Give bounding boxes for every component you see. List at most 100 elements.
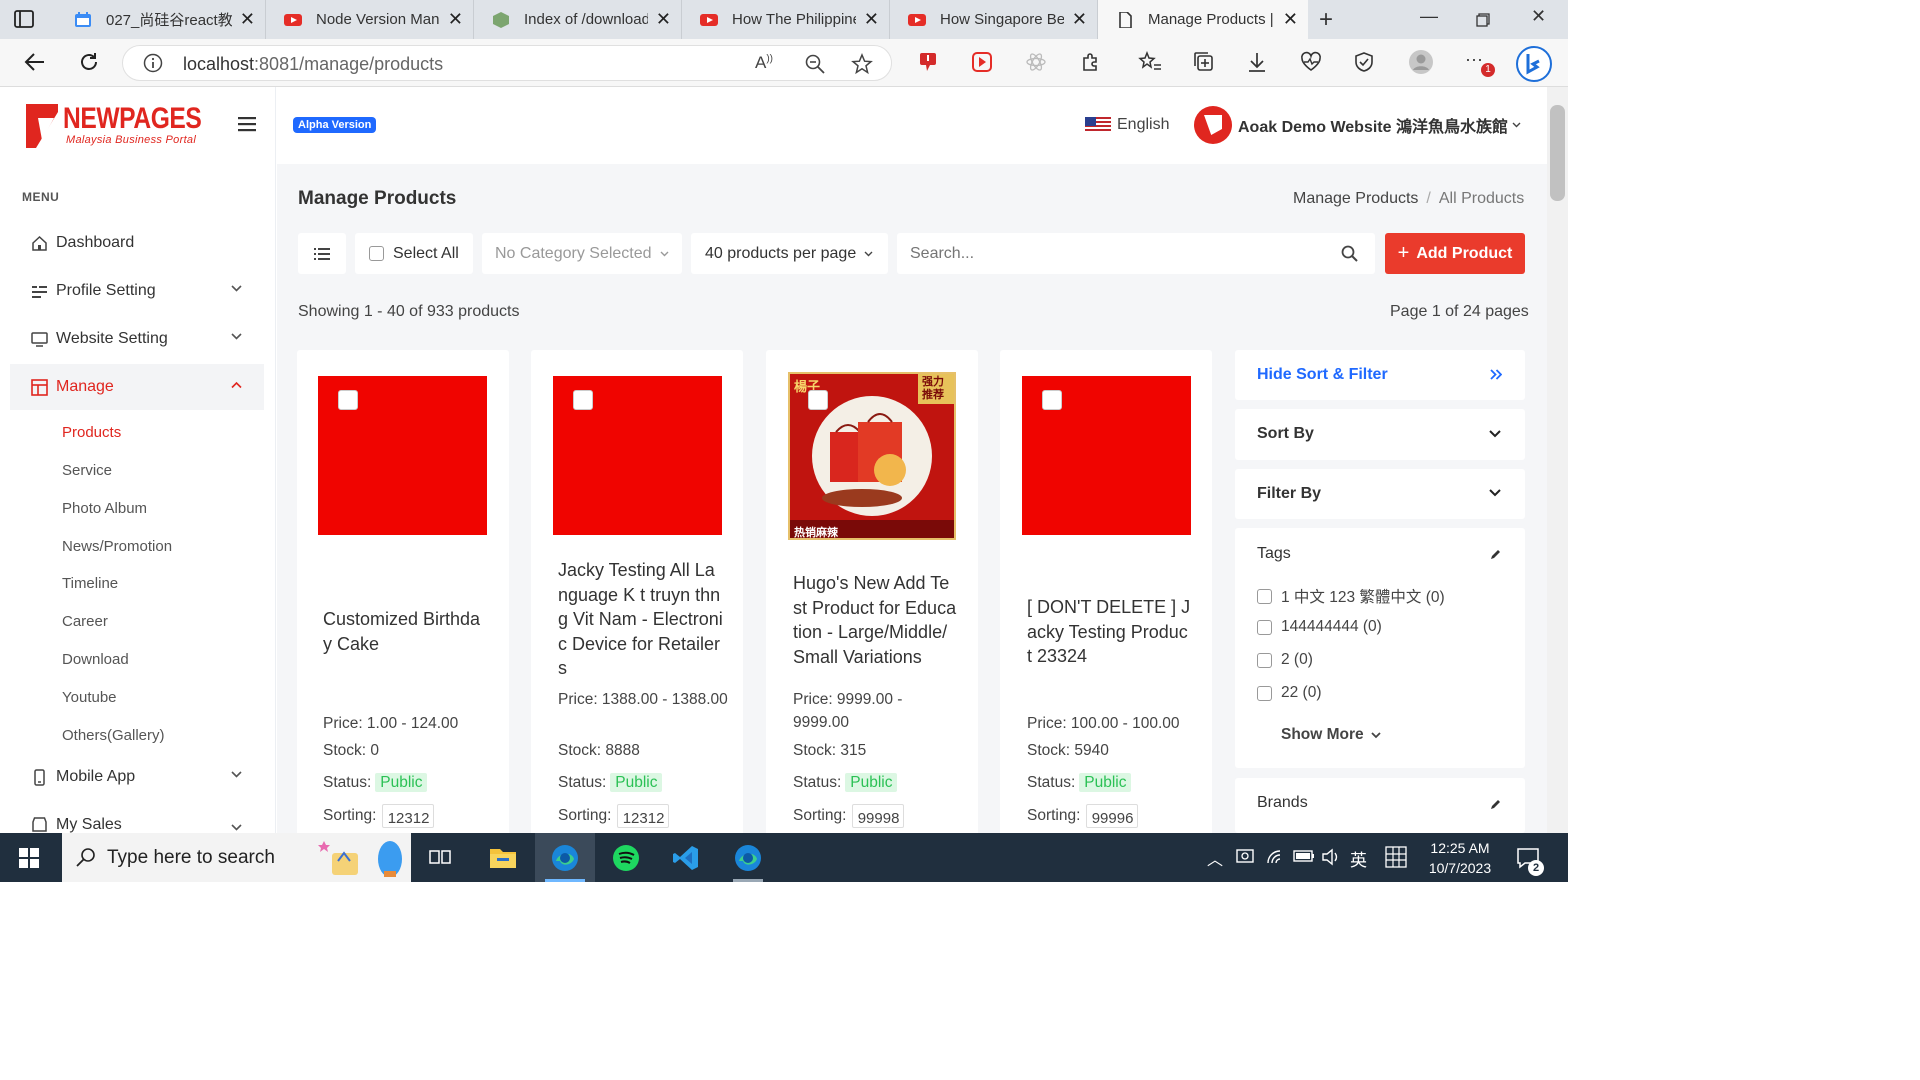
close-tab-icon[interactable]: ✕: [656, 9, 671, 30]
sorting-input[interactable]: 99996: [1086, 804, 1139, 828]
per-page-select[interactable]: 40 products per page: [691, 233, 888, 274]
vscode-icon[interactable]: [672, 844, 700, 872]
spotify-icon[interactable]: [612, 844, 640, 872]
url-text[interactable]: localhost:8081/manage/products: [183, 54, 443, 75]
product-name[interactable]: Customized Birthday Cake: [323, 607, 488, 656]
zoom-out-icon[interactable]: [805, 54, 825, 74]
browser-tab[interactable]: How The Philippines ✕: [682, 0, 890, 39]
close-tab-icon[interactable]: ✕: [1283, 9, 1298, 30]
profile-avatar-icon[interactable]: [1408, 49, 1434, 75]
show-hidden-icons[interactable]: ︿: [1207, 846, 1223, 870]
close-tab-icon[interactable]: ✕: [240, 9, 255, 30]
checkbox[interactable]: [1257, 652, 1272, 668]
restore-window-icon[interactable]: [1476, 13, 1490, 27]
product-card[interactable]: [ DON'T DELETE ] Jacky Testing Product 2…: [1000, 350, 1212, 840]
sidebar-subitem-service[interactable]: Service: [62, 462, 112, 479]
new-tab-button[interactable]: +: [1319, 6, 1333, 34]
read-aloud-icon[interactable]: A)): [755, 53, 773, 73]
product-image[interactable]: [553, 376, 722, 535]
sorting-input[interactable]: 12312: [382, 804, 435, 828]
product-select-checkbox[interactable]: [338, 390, 358, 410]
hide-sort-filter-button[interactable]: Hide Sort & Filter: [1235, 350, 1525, 400]
product-name[interactable]: Jacky Testing All Language K t truyn thn…: [558, 558, 723, 681]
sidebar-subitem-photo-album[interactable]: Photo Album: [62, 500, 147, 517]
bing-copilot-icon[interactable]: [1515, 45, 1553, 83]
sidebar-subitem-career[interactable]: Career: [62, 613, 108, 630]
windows-start-icon[interactable]: [19, 848, 39, 868]
breadcrumb-item[interactable]: Manage Products: [1293, 190, 1418, 207]
sidebar-item-manage[interactable]: Manage: [10, 364, 264, 410]
product-image[interactable]: [1022, 376, 1191, 535]
sidebar-subitem-news-promotion[interactable]: News/Promotion: [62, 538, 172, 555]
battery-icon[interactable]: [1293, 849, 1315, 863]
performance-heart-icon[interactable]: [1300, 51, 1322, 73]
checkbox[interactable]: [1257, 685, 1272, 701]
scrollbar-thumb[interactable]: [1550, 105, 1565, 201]
edge-browser-icon[interactable]: [733, 843, 763, 873]
sidebar-subitem-timeline[interactable]: Timeline: [62, 575, 118, 592]
category-select[interactable]: No Category Selected: [482, 233, 682, 274]
tag-filter-option[interactable]: 22 (0): [1257, 684, 1322, 702]
close-tab-icon[interactable]: ✕: [864, 9, 879, 30]
search-box[interactable]: [897, 233, 1375, 274]
collections-icon[interactable]: [1193, 51, 1215, 73]
taskbar-clock[interactable]: 12:25 AM 10/7/2023: [1420, 838, 1500, 878]
extension-red-icon[interactable]: [918, 51, 940, 73]
select-all-checkbox[interactable]: Select All: [355, 233, 473, 274]
product-name[interactable]: Hugo's New Add Test Product for Educatio…: [793, 571, 958, 669]
browser-tab[interactable]: 027_尚硅谷react教程 ✕: [56, 0, 266, 39]
wifi-icon[interactable]: [1266, 847, 1286, 867]
search-input[interactable]: [910, 244, 1330, 263]
extension-play-icon[interactable]: [971, 51, 993, 73]
device-status-icon[interactable]: [1235, 847, 1255, 867]
product-name[interactable]: [ DON'T DELETE ] Jacky Testing Product 2…: [1027, 595, 1192, 669]
volume-icon[interactable]: [1321, 848, 1341, 866]
product-select-checkbox[interactable]: [808, 390, 828, 410]
close-window-icon[interactable]: ✕: [1531, 6, 1546, 27]
edit-pencil-icon[interactable]: [1490, 798, 1502, 810]
filter-by-panel[interactable]: Filter By: [1235, 469, 1525, 519]
product-card[interactable]: 楊子 强力推荐 热销麻辣 Hugo's New Add Test Product…: [766, 350, 978, 840]
list-view-toggle[interactable]: [298, 233, 346, 274]
checkbox[interactable]: [1257, 619, 1272, 635]
extensions-puzzle-icon[interactable]: [1080, 51, 1102, 73]
taskbar-edge-active[interactable]: [535, 833, 595, 882]
tab-actions-icon[interactable]: [14, 10, 34, 28]
sidebar-item-my-sales[interactable]: My Sales: [10, 802, 264, 833]
browser-essentials-icon[interactable]: [1353, 51, 1375, 73]
file-explorer-icon[interactable]: [489, 845, 517, 869]
site-info-icon[interactable]: [143, 53, 163, 73]
input-method-indicator[interactable]: 英: [1350, 846, 1367, 871]
tag-filter-option[interactable]: 144444444 (0): [1257, 618, 1382, 636]
sidebar-item-mobile-app[interactable]: Mobile App: [10, 754, 264, 800]
favorites-icon[interactable]: [1138, 51, 1162, 73]
show-more-button[interactable]: Show More: [1281, 726, 1381, 744]
sorting-input[interactable]: 99998: [852, 804, 905, 828]
close-tab-icon[interactable]: ✕: [448, 9, 463, 30]
address-bar[interactable]: localhost:8081/manage/products A)): [122, 45, 892, 81]
sidebar-item-profile-setting[interactable]: Profile Setting: [10, 268, 264, 314]
checkbox[interactable]: [369, 246, 384, 261]
sort-by-panel[interactable]: Sort By: [1235, 409, 1525, 460]
product-image[interactable]: 楊子 强力推荐 热销麻辣: [788, 372, 956, 540]
product-card[interactable]: Customized Birthday Cake Price: 1.00 - 1…: [297, 350, 509, 840]
add-product-button[interactable]: + Add Product: [1385, 233, 1525, 274]
sidebar-subitem-download[interactable]: Download: [62, 651, 129, 668]
edit-pencil-icon[interactable]: [1490, 548, 1502, 560]
sidebar-item-website-setting[interactable]: Website Setting: [10, 316, 264, 362]
favorite-star-icon[interactable]: [851, 53, 873, 75]
product-select-checkbox[interactable]: [1042, 390, 1062, 410]
extension-react-icon[interactable]: [1025, 51, 1047, 73]
browser-tab[interactable]: Node Version Mana ✕: [266, 0, 474, 39]
refresh-icon[interactable]: [78, 51, 100, 73]
sidebar-subitem-others-gallery[interactable]: Others(Gallery): [62, 727, 165, 744]
hamburger-menu-icon[interactable]: [238, 116, 256, 132]
sidebar-subitem-products[interactable]: Products: [62, 424, 121, 441]
sorting-input[interactable]: 12312: [617, 804, 670, 828]
browser-tab-active[interactable]: Manage Products | I ✕: [1098, 0, 1308, 39]
browser-tab[interactable]: How Singapore Bec ✕: [890, 0, 1098, 39]
more-menu-icon[interactable]: ···: [1465, 49, 1483, 70]
minimize-window-icon[interactable]: —: [1420, 6, 1438, 27]
product-image[interactable]: [318, 376, 487, 535]
checkbox[interactable]: [1257, 588, 1272, 604]
